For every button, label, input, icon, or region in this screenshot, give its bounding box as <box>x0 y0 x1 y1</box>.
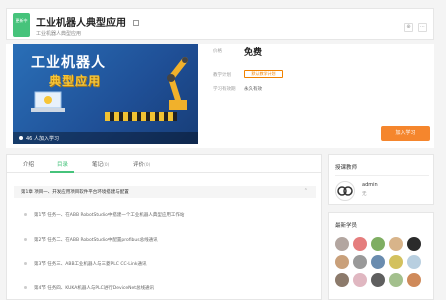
avatar[interactable] <box>389 237 403 251</box>
price-value: 免费 <box>244 48 263 58</box>
avatar[interactable] <box>407 237 421 251</box>
edusoho-logo-icon <box>337 186 353 196</box>
avatar[interactable] <box>389 273 403 287</box>
hazard-stripe <box>105 112 177 121</box>
lesson-dot-icon <box>24 213 27 216</box>
divider <box>335 175 429 176</box>
status-badge: 更新中 <box>13 13 30 37</box>
plan-tag[interactable]: 默认教学计划 <box>244 70 283 78</box>
chapter-label: 第1章 项目一、开发应用项目软件平台环境搭建与配置 <box>21 190 129 195</box>
lesson-label: 第2节 任务二、在ABB RobotStudio中配置profibus总线通讯 <box>34 238 158 243</box>
avatar[interactable] <box>353 237 367 251</box>
lesson-item[interactable]: 第2节 任务二、在ABB RobotStudio中配置profibus总线通讯 <box>14 237 316 243</box>
tab-catalog[interactable]: 目录 <box>57 160 68 168</box>
lesson-label: 第3节 任务三、ABB工业机器人与三菱PLC CC-Link通讯 <box>34 262 147 267</box>
tab-notes-label: 笔记 <box>92 162 104 168</box>
course-subtitle: 工业机器人典型应用 <box>36 31 82 37</box>
avatar[interactable] <box>407 255 421 269</box>
learners-icon <box>19 136 23 140</box>
students-panel: 最新学员 <box>328 212 434 300</box>
avatar[interactable] <box>389 255 403 269</box>
teacher-panel-title: 授课教师 <box>335 165 358 171</box>
tab-notes-count: (0) <box>103 163 110 168</box>
tab-bar: 介绍 目录 笔记(0) 评价(0) <box>7 155 321 173</box>
robot-arm-icon <box>167 57 188 110</box>
lesson-dot-icon <box>24 238 27 241</box>
tab-reviews[interactable]: 评价(0) <box>133 160 150 168</box>
lesson-dot-icon <box>24 262 27 265</box>
chevron-up-icon[interactable]: ⌃ <box>304 188 308 194</box>
avatar[interactable] <box>407 273 421 287</box>
cover-title-2: 典型应用 <box>49 74 102 88</box>
avatar[interactable] <box>353 273 367 287</box>
avatar[interactable] <box>335 273 349 287</box>
avatar[interactable] <box>353 255 367 269</box>
tab-reviews-count: (0) <box>144 163 151 168</box>
tab-intro[interactable]: 介绍 <box>23 160 34 168</box>
learners-count: 46 人加入学习 <box>26 136 59 142</box>
course-title: 工业机器人典型应用 <box>36 14 140 29</box>
avatar[interactable] <box>335 181 355 201</box>
course-title-text: 工业机器人典型应用 <box>36 18 126 29</box>
tab-notes[interactable]: 笔记(0) <box>92 160 109 168</box>
students-panel-title: 最新学员 <box>335 223 358 229</box>
lesson-item[interactable]: 第1节 任务一、在ABB RobotStudio中搭建一个工业机器人典型应用工作… <box>14 212 316 218</box>
avatar[interactable] <box>335 237 349 251</box>
lesson-label: 第4节 任务四、KUKA机器人与PLC进行DeviceNet总线通讯 <box>34 286 155 291</box>
teacher-name[interactable]: admin <box>362 182 378 188</box>
laptop-icon <box>31 91 65 112</box>
course-intro: 工业机器人 典型应用 46 人加入学习 价格 免费 教学计划 默认教学计划 学习… <box>6 44 434 148</box>
more-button[interactable]: ⋯ <box>418 23 427 32</box>
valid-label: 学习有效期 <box>213 87 236 92</box>
valid-value: 永久有效 <box>244 87 262 92</box>
teacher-role: 无 <box>362 192 367 197</box>
tab-reviews-label: 评价 <box>133 162 145 168</box>
teacher-panel: 授课教师 admin 无 <box>328 154 434 205</box>
plan-label: 教学计划 <box>213 73 231 78</box>
avatar[interactable] <box>371 255 385 269</box>
lesson-label: 第1节 任务一、在ABB RobotStudio中搭建一个工业机器人典型应用工作… <box>34 213 185 218</box>
favorite-button[interactable]: ⊕ <box>404 23 413 32</box>
lesson-item[interactable]: 第4节 任务四、KUKA机器人与PLC进行DeviceNet总线通讯 <box>14 285 316 291</box>
course-cover[interactable]: 工业机器人 典型应用 46 人加入学习 <box>13 44 198 144</box>
cover-title-1: 工业机器人 <box>31 55 106 71</box>
active-tab-indicator <box>50 171 74 173</box>
avatar[interactable] <box>371 237 385 251</box>
course-content: 介绍 目录 笔记(0) 评价(0) 第1章 项目一、开发应用项目软件平台环境搭建… <box>6 154 322 300</box>
chapter-row[interactable]: 第1章 项目一、开发应用项目软件平台环境搭建与配置 ⌃ <box>14 186 316 198</box>
qrcode-icon[interactable] <box>133 20 140 26</box>
avatar[interactable] <box>371 273 385 287</box>
lesson-item[interactable]: 第3节 任务三、ABB工业机器人与三菱PLC CC-Link通讯 <box>14 261 316 267</box>
price-label: 价格 <box>213 49 222 54</box>
avatar[interactable] <box>335 255 349 269</box>
join-button[interactable]: 加入学习 <box>381 126 430 141</box>
cover-footer: 46 人加入学习 <box>13 132 198 144</box>
course-header: 更新中 工业机器人典型应用 工业机器人典型应用 ⊕ ⋯ <box>6 8 434 40</box>
lesson-dot-icon <box>24 286 27 289</box>
